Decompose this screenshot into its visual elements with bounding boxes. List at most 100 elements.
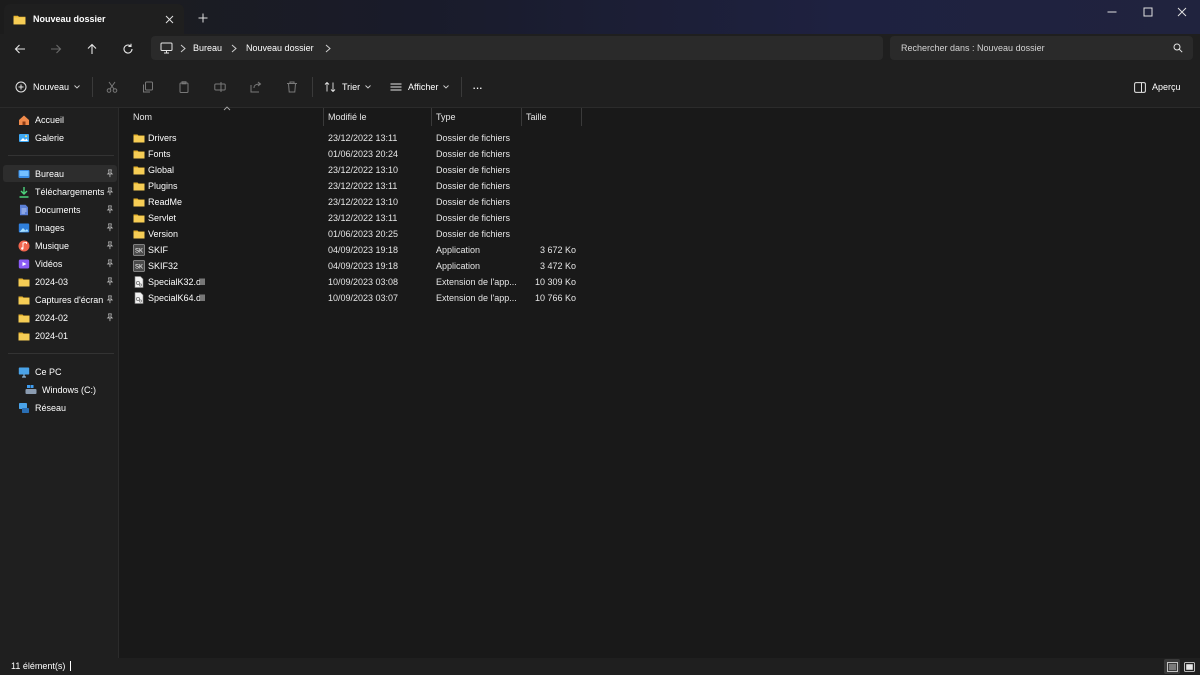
- sidebar-item-captures-d-ecran[interactable]: Captures d'écran: [3, 291, 117, 308]
- file-modified: 23/12/2022 13:11: [328, 213, 398, 223]
- column-divider[interactable]: [431, 108, 432, 126]
- cut-button[interactable]: [104, 79, 120, 95]
- table-row[interactable]: SK SKIF 04/09/2023 19:18 Application 3 6…: [120, 242, 590, 258]
- table-row[interactable]: Fonts 01/06/2023 20:24 Dossier de fichie…: [120, 146, 590, 162]
- maximize-button[interactable]: [1130, 0, 1166, 24]
- more-options-button[interactable]: ···: [472, 77, 483, 97]
- rename-button[interactable]: [212, 79, 228, 95]
- close-window-button[interactable]: [1164, 0, 1200, 24]
- sidebar-item-2024-03[interactable]: 2024-03: [3, 273, 117, 290]
- table-row[interactable]: Servlet 23/12/2022 13:11 Dossier de fich…: [120, 210, 590, 226]
- chevron-right-icon[interactable]: [314, 44, 342, 53]
- gallery-icon: [18, 132, 30, 144]
- sidebar-item-windows-c[interactable]: Windows (C:): [3, 381, 117, 398]
- table-row[interactable]: SpecialK64.dll 10/09/2023 03:07 Extensio…: [120, 290, 590, 306]
- table-row[interactable]: ReadMe 23/12/2022 13:10 Dossier de fichi…: [120, 194, 590, 210]
- tiles-view-button[interactable]: [1181, 659, 1197, 674]
- sort-button[interactable]: Trier: [324, 77, 371, 97]
- sidebar-item-2024-02[interactable]: 2024-02: [3, 309, 117, 326]
- back-button[interactable]: [9, 39, 31, 59]
- file-name: SpecialK64.dll: [148, 293, 206, 303]
- new-button[interactable]: Nouveau: [15, 77, 80, 97]
- copy-button[interactable]: [140, 79, 156, 95]
- column-header-size[interactable]: Taille: [526, 108, 547, 126]
- pin-icon: [104, 277, 114, 286]
- videos-icon: [18, 258, 30, 270]
- address-bar[interactable]: Bureau Nouveau dossier: [151, 36, 883, 60]
- search-input[interactable]: Rechercher dans : Nouveau dossier: [901, 43, 1173, 53]
- column-header-modified[interactable]: Modifié le: [328, 108, 367, 126]
- preview-button[interactable]: Aperçu: [1134, 77, 1181, 97]
- column-divider[interactable]: [521, 108, 522, 126]
- paste-button[interactable]: [176, 79, 192, 95]
- file-size: [522, 178, 576, 194]
- breadcrumb-bureau[interactable]: Bureau: [193, 43, 222, 53]
- table-row[interactable]: Drivers 23/12/2022 13:11 Dossier de fich…: [120, 130, 590, 146]
- copy-icon: [143, 81, 153, 93]
- sidebar-item-telechargements[interactable]: Téléchargements: [3, 183, 117, 200]
- dll-icon: [133, 292, 145, 304]
- table-row[interactable]: Plugins 23/12/2022 13:11 Dossier de fich…: [120, 178, 590, 194]
- column-divider[interactable]: [323, 108, 324, 126]
- paste-icon: [179, 81, 189, 93]
- table-row[interactable]: SpecialK32.dll 10/09/2023 03:08 Extensio…: [120, 274, 590, 290]
- folder-icon: [133, 180, 145, 192]
- sidebar-item-images[interactable]: Images: [3, 219, 117, 236]
- delete-button[interactable]: [284, 79, 300, 95]
- sidebar-item-bureau[interactable]: Bureau: [3, 165, 117, 182]
- sidebar-item-ce-pc[interactable]: Ce PC: [3, 363, 117, 380]
- minimize-button[interactable]: [1094, 0, 1130, 24]
- file-name: Plugins: [148, 181, 178, 191]
- file-name: Fonts: [148, 149, 171, 159]
- refresh-button[interactable]: [117, 39, 139, 59]
- sidebar-item-reseau[interactable]: Réseau: [3, 399, 117, 416]
- file-size: 10 309 Ko: [534, 277, 576, 287]
- documents-icon: [18, 204, 30, 216]
- divider: [92, 77, 93, 97]
- share-button[interactable]: [248, 79, 264, 95]
- pin-icon: [104, 313, 114, 322]
- svg-text:SK: SK: [135, 265, 143, 271]
- sidebar-item-accueil[interactable]: Accueil: [3, 111, 117, 128]
- folder-icon: [18, 294, 30, 306]
- sidebar-item-musique[interactable]: Musique: [3, 237, 117, 254]
- folder-icon: [133, 228, 145, 240]
- status-bar: 11 élément(s): [0, 658, 1200, 675]
- file-name: Version: [148, 229, 179, 239]
- breadcrumb-nouveau-dossier[interactable]: Nouveau dossier: [246, 43, 314, 53]
- sidebar-item-galerie[interactable]: Galerie: [3, 129, 117, 146]
- table-row[interactable]: Version 01/06/2023 20:25 Dossier de fich…: [120, 226, 590, 242]
- file-list: Nom Modifié le Type Taille Drivers 23/12…: [120, 106, 1200, 658]
- pin-icon: [104, 169, 114, 178]
- pin-icon: [104, 187, 114, 196]
- tab-nouveau-dossier[interactable]: Nouveau dossier: [4, 4, 184, 34]
- divider: [8, 353, 114, 354]
- arrow-left-icon: [14, 44, 25, 54]
- table-row[interactable]: Global 23/12/2022 13:10 Dossier de fichi…: [120, 162, 590, 178]
- details-view-button[interactable]: [1164, 659, 1180, 674]
- sidebar-item-documents[interactable]: Documents: [3, 201, 117, 218]
- view-button[interactable]: Afficher: [390, 77, 450, 97]
- home-icon: [18, 114, 30, 126]
- file-type: Application: [436, 261, 481, 271]
- file-modified: 23/12/2022 13:10: [328, 165, 399, 175]
- sidebar-item-2024-01[interactable]: 2024-01: [3, 327, 117, 344]
- tiles-view-icon: [1183, 661, 1195, 672]
- forward-button[interactable]: [45, 39, 67, 59]
- file-size: [522, 226, 576, 242]
- close-tab-icon[interactable]: [160, 10, 178, 28]
- column-divider[interactable]: [581, 108, 582, 126]
- search-box[interactable]: Rechercher dans : Nouveau dossier: [890, 36, 1193, 60]
- monitor-icon: [160, 42, 173, 54]
- file-type: Extension de l'app...: [436, 277, 517, 287]
- plus-circle-icon: [15, 81, 27, 93]
- folder-icon: [13, 13, 26, 26]
- sidebar-item-videos[interactable]: Vidéos: [3, 255, 117, 272]
- new-tab-button[interactable]: [194, 9, 212, 27]
- column-header-type[interactable]: Type: [436, 108, 456, 126]
- table-row[interactable]: SK SKIF32 04/09/2023 19:18 Application 3…: [120, 258, 590, 274]
- up-button[interactable]: [81, 39, 103, 59]
- column-header-name[interactable]: Nom: [133, 108, 152, 126]
- file-type: Dossier de fichiers: [436, 165, 511, 175]
- download-icon: [18, 186, 30, 198]
